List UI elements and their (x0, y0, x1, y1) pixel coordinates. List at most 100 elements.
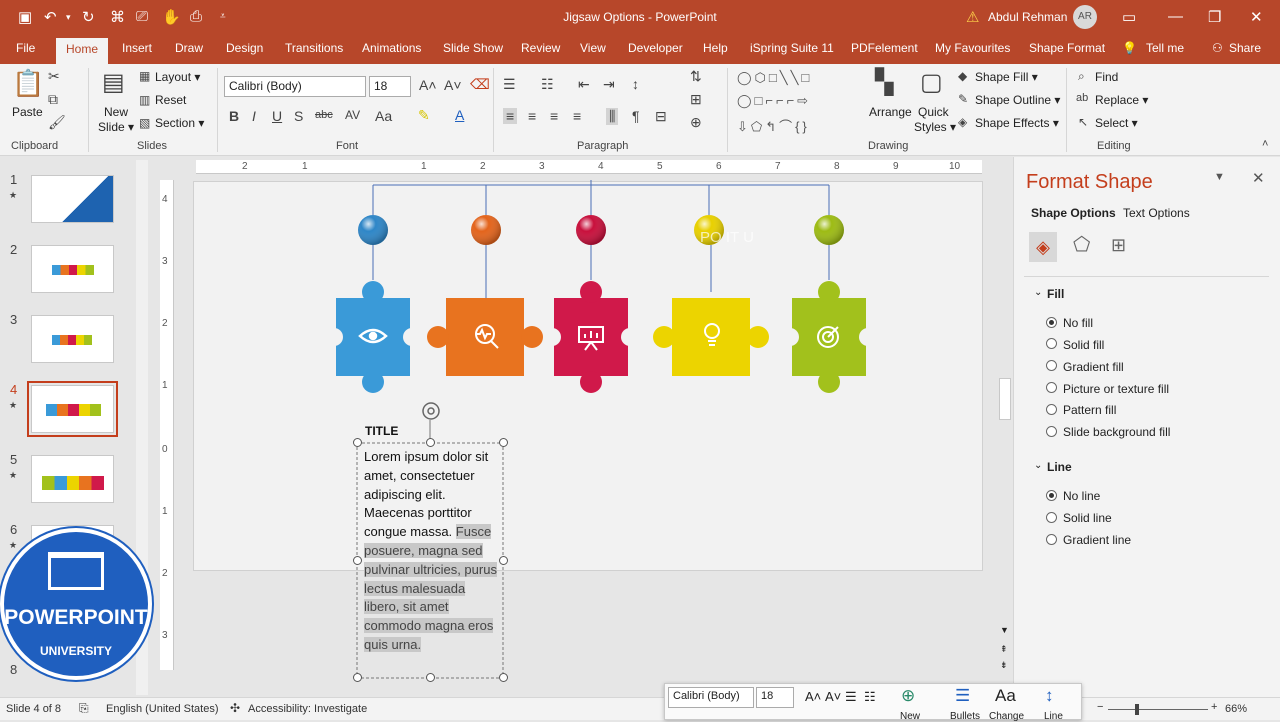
line-spacing-icon[interactable]: ↕ (1045, 686, 1054, 706)
mini-numbering-icon[interactable]: ☷ (864, 689, 876, 705)
resize-handle[interactable] (426, 438, 435, 447)
new-slide-dropdown[interactable]: Slide ▾ (98, 120, 134, 134)
slide-canvas[interactable] (193, 181, 983, 571)
tab-developer[interactable]: Developer (628, 41, 683, 55)
prev-slide-icon[interactable]: ⇞ (1000, 644, 1008, 655)
tab-animations[interactable]: Animations (362, 41, 421, 55)
restore-icon[interactable]: ❐ (1208, 8, 1221, 26)
highlight-icon[interactable]: ✎ (418, 107, 430, 124)
arrange-button[interactable]: Arrange (869, 105, 912, 119)
justify-icon[interactable]: ≡ (573, 108, 581, 124)
zoom-thumb[interactable] (1135, 704, 1139, 715)
zoom-in-icon[interactable]: + (1211, 701, 1217, 713)
resize-handle[interactable] (353, 673, 362, 682)
quick-styles-dropdown[interactable]: Styles ▾ (914, 120, 956, 134)
tab-shape-options[interactable]: Shape Options (1031, 206, 1116, 220)
ribbon-display-icon[interactable]: ▭ (1122, 8, 1136, 26)
font-color-icon[interactable]: A (455, 107, 464, 123)
tab-review[interactable]: Review (521, 41, 560, 55)
mini-font-select[interactable]: Calibri (Body) (668, 687, 754, 708)
cut-icon[interactable]: ✂ (48, 68, 60, 85)
tab-ispring[interactable]: iSpring Suite 11 (750, 41, 834, 55)
zoom-slider[interactable] (1108, 704, 1208, 715)
quick-styles-icon[interactable]: ▢ (920, 68, 943, 97)
paste-button[interactable]: Paste (12, 105, 43, 119)
horizontal-ruler[interactable]: 2 1 1 2 3 4 5 6 7 8 9 10 (196, 160, 982, 174)
accessibility-status[interactable]: Accessibility: Investigate (248, 703, 367, 715)
decrease-indent-icon[interactable]: ⇤ (578, 76, 590, 93)
tab-slide-show[interactable]: Slide Show (443, 41, 503, 55)
next-slide-icon[interactable]: ⇟ (1000, 660, 1008, 671)
numbering-icon[interactable]: ☷ (541, 76, 554, 93)
radio-slide-background-fill[interactable] (1046, 426, 1057, 437)
text-direction-icon[interactable]: ⇅ (690, 68, 702, 85)
fill-collapse-icon[interactable]: ⌄ (1034, 287, 1042, 298)
change-case-icon[interactable]: Aa (375, 108, 392, 124)
smartart-icon[interactable]: ⊕ (690, 114, 702, 131)
mini-bullets-large-icon[interactable]: ☰ (955, 686, 970, 706)
fill-section-header[interactable]: Fill (1047, 287, 1064, 301)
tab-design[interactable]: Design (226, 41, 263, 55)
mini-new-label[interactable]: New (900, 711, 920, 722)
align-center-icon[interactable]: ≡ (528, 108, 536, 124)
close-icon[interactable]: ✕ (1252, 169, 1265, 187)
language-status[interactable]: English (United States) (106, 703, 219, 715)
zoom-level[interactable]: 66% (1225, 703, 1247, 715)
new-comment-icon[interactable]: ⊕ (901, 686, 915, 706)
clear-formatting-icon[interactable]: ⌫ (470, 76, 490, 93)
close-icon[interactable]: ✕ (1250, 8, 1263, 26)
resize-handle[interactable] (353, 438, 362, 447)
mini-size-select[interactable]: 18 (756, 687, 794, 708)
strikethrough-icon[interactable]: abc (315, 109, 333, 121)
increase-indent-icon[interactable]: ⇥ (603, 76, 615, 93)
tab-shape-format[interactable]: Shape Format (1029, 41, 1105, 55)
tab-text-options[interactable]: Text Options (1123, 206, 1190, 220)
user-name[interactable]: Abdul Rehman (988, 10, 1067, 24)
slide-thumbnail-5[interactable] (31, 455, 114, 503)
italic-icon[interactable]: I (252, 108, 256, 124)
align-right-icon[interactable]: ≡ (550, 108, 558, 124)
shadow-icon[interactable]: S (294, 108, 303, 124)
section-button[interactable]: Section ▾ (155, 116, 204, 130)
scroll-thumb[interactable] (999, 378, 1011, 420)
character-spacing-icon[interactable]: AV (345, 108, 360, 122)
text-direction-icon[interactable]: ¶ (632, 108, 640, 124)
new-slide-button[interactable]: New (104, 105, 128, 119)
resize-handle[interactable] (353, 556, 362, 565)
paste-icon[interactable]: 📋 (12, 68, 44, 99)
editor-scrollbar[interactable]: ▼ ⇞ ⇟ (997, 160, 1013, 680)
shrink-font-icon[interactable]: A˅ (825, 689, 841, 704)
layout-button[interactable]: Layout ▾ (155, 70, 200, 84)
minimize-icon[interactable]: — (1168, 8, 1183, 25)
slide-thumbnail-4[interactable] (27, 381, 118, 437)
pane-options-icon[interactable]: ▼ (1214, 171, 1225, 183)
decrease-font-icon[interactable]: A˅ (444, 77, 462, 93)
tab-home[interactable]: Home (56, 38, 109, 64)
shapes-gallery-row-3[interactable]: ⇩⬠↰⌒{} (737, 116, 810, 135)
tab-file[interactable]: File (16, 41, 35, 55)
shapes-gallery[interactable]: ◯⬡□╲╲□ (737, 70, 812, 86)
shape-outline-button[interactable]: Shape Outline ▾ (975, 93, 1060, 107)
radio-solid-line[interactable] (1046, 512, 1057, 523)
align-text-icon[interactable]: ⊟ (655, 108, 667, 125)
radio-picture-fill[interactable] (1046, 382, 1057, 393)
radio-no-fill[interactable] (1046, 317, 1057, 328)
tab-transitions[interactable]: Transitions (285, 41, 343, 55)
align-left-icon[interactable]: ≡ (503, 108, 518, 124)
format-painter-icon[interactable]: 🖌 (48, 114, 66, 131)
fill-line-icon[interactable]: ◈ (1029, 232, 1057, 262)
scroll-down-icon[interactable]: ▼ (1000, 625, 1009, 635)
increase-font-icon[interactable]: A˄ (419, 77, 437, 93)
underline-icon[interactable]: U (272, 108, 282, 124)
copy-icon[interactable]: ⧉ (48, 91, 58, 108)
resize-handle[interactable] (499, 556, 508, 565)
font-size-select[interactable]: 18 (369, 76, 411, 97)
tab-insert[interactable]: Insert (122, 41, 152, 55)
spelling-icon[interactable]: ⎘ (79, 701, 89, 716)
collapse-ribbon-icon[interactable]: ˄ (1262, 138, 1268, 150)
slide-thumbnail-3[interactable] (31, 315, 114, 363)
shapes-gallery-row-2[interactable]: ◯□⌐⌐⌐⇨ (737, 93, 811, 109)
mini-line-label[interactable]: Line (1044, 711, 1063, 722)
resize-handle[interactable] (499, 438, 508, 447)
radio-no-line[interactable] (1046, 490, 1057, 501)
